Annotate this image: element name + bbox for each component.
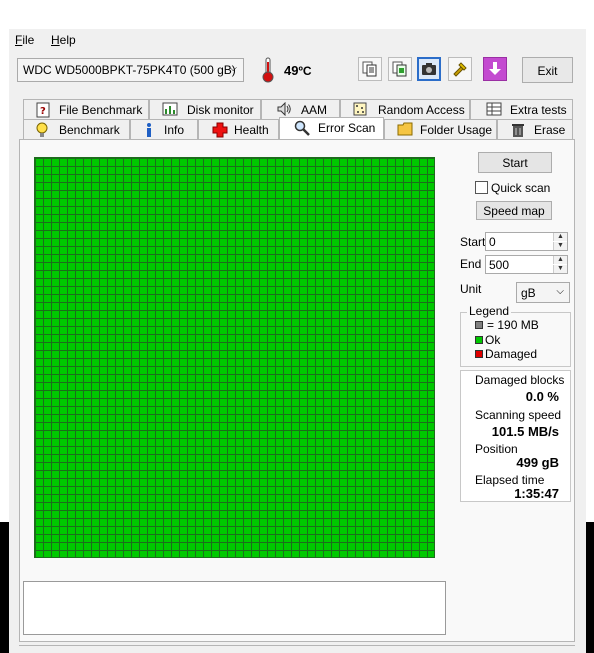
tab-file-benchmark[interactable]: ? File Benchmark (23, 99, 149, 119)
lightbulb-icon (36, 122, 48, 137)
tab-random-access[interactable]: Random Access (340, 99, 470, 119)
temperature-readout: 49ºC (284, 63, 312, 78)
thermometer-icon (262, 57, 274, 83)
position-label: Position (475, 442, 518, 456)
spin-down-icon[interactable]: ▼ (553, 265, 567, 273)
tab-benchmark[interactable]: Benchmark (23, 119, 130, 139)
chevron-down-icon: ⌵ (556, 286, 564, 297)
damaged-blocks-label: Damaged blocks (475, 373, 565, 387)
menu-help[interactable]: Help (51, 33, 76, 47)
copy-all-button[interactable] (388, 57, 412, 81)
download-button[interactable] (483, 57, 507, 81)
legend-damaged-label: Damaged (485, 347, 538, 361)
legend-ok-label: Ok (485, 333, 501, 347)
question-file-icon: ? (36, 102, 50, 118)
copy-icon (362, 61, 377, 77)
copy-button[interactable] (358, 57, 382, 81)
tools-icon (453, 62, 467, 77)
damaged-blocks-value: 0.0 % (525, 389, 559, 404)
tools-button[interactable] (448, 57, 472, 81)
status-bar (19, 645, 575, 653)
drive-select[interactable]: WDC WD5000BPKT-75PK4T0 (500 gB) ⌵ (17, 58, 244, 82)
download-icon (489, 62, 501, 75)
legend-title: Legend (467, 304, 512, 318)
screenshot-button[interactable] (417, 57, 441, 81)
magnifier-icon (294, 120, 310, 136)
tab-error-scan[interactable]: Error Scan (279, 117, 384, 139)
start-position-input[interactable]: 0 ▲ ▼ (485, 232, 568, 251)
speed-map-button[interactable]: Speed map (476, 201, 552, 220)
quick-scan-label: Quick scan (491, 181, 551, 195)
start-label: Start (460, 235, 486, 249)
speaker-icon (277, 102, 291, 116)
start-button[interactable]: Start (478, 152, 552, 173)
tab-health[interactable]: Health (198, 119, 279, 139)
random-grid-icon (353, 102, 367, 116)
legend-damaged-swatch (475, 350, 483, 358)
scan-log-box[interactable] (23, 581, 446, 635)
svg-text:?: ? (40, 106, 46, 117)
elapsed-time-value: 1:35:47 (514, 486, 559, 501)
end-position-input[interactable]: 500 ▲ ▼ (485, 255, 568, 274)
tab-aam[interactable]: AAM (261, 99, 340, 119)
spin-down-icon[interactable]: ▼ (553, 242, 567, 250)
elapsed-time-label: Elapsed time (475, 473, 545, 487)
info-icon (147, 123, 151, 137)
tab-info[interactable]: Info (130, 119, 198, 139)
legend-block-size: = 190 MB (487, 318, 539, 332)
bar-chart-icon (162, 102, 178, 116)
red-cross-icon (212, 122, 228, 138)
scan-block-grid (34, 157, 435, 558)
copy-all-icon (392, 61, 407, 77)
table-icon (486, 102, 502, 116)
exit-button[interactable]: Exit (522, 57, 573, 83)
tab-extra-tests[interactable]: Extra tests (470, 99, 573, 119)
spin-up-icon[interactable]: ▲ (553, 233, 567, 241)
tab-folder-usage[interactable]: Folder Usage (384, 119, 497, 139)
menu-file[interactable]: File (15, 33, 34, 47)
tab-disk-monitor[interactable]: Disk monitor (149, 99, 261, 119)
position-value: 499 gB (516, 455, 559, 470)
end-label: End (460, 257, 482, 271)
scanning-speed-value: 101.5 MB/s (491, 424, 559, 439)
spin-up-icon[interactable]: ▲ (553, 256, 567, 264)
trash-icon (512, 124, 524, 137)
legend-block-swatch (475, 321, 483, 329)
menu-bar: File Help (9, 29, 586, 51)
legend-ok-swatch (475, 336, 483, 344)
screenshot-icon (422, 63, 436, 75)
tab-erase[interactable]: Erase (497, 119, 573, 139)
unit-select[interactable]: gB ⌵ (516, 282, 570, 303)
unit-label: Unit (460, 282, 482, 296)
chevron-down-icon: ⌵ (229, 63, 237, 74)
quick-scan-checkbox[interactable] (475, 181, 488, 194)
folder-icon (397, 122, 413, 136)
scanning-speed-label: Scanning speed (475, 408, 562, 422)
